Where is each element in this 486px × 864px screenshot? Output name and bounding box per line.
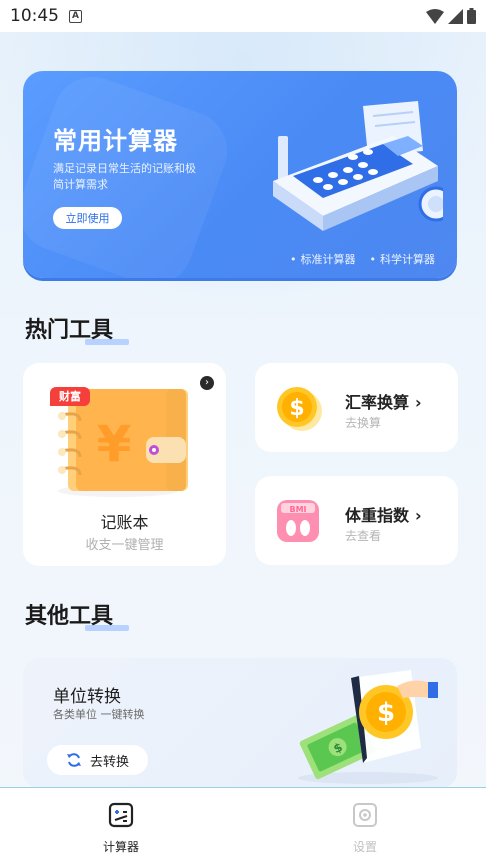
status-time: 10:45 (10, 6, 59, 26)
bmi-scale-icon: BMI (275, 498, 321, 548)
notebook-label: 记账本 (100, 513, 149, 532)
bmi-card[interactable]: BMI 体重指数 › 去查看 (255, 476, 458, 565)
calculator-banner[interactable]: 常用计算器 满足记录日常生活的记账和极简计算需求 立即使用 • 标准计算器 • … (23, 71, 457, 278)
svg-text:¥: ¥ (97, 415, 132, 473)
status-indicators (426, 8, 476, 24)
battery-icon (467, 8, 476, 24)
unit-conversion-card[interactable]: 单位转换 各类单位 一键转换 去转换 $ $ (23, 658, 457, 788)
notebook-sub: 收支一键管理 (85, 538, 164, 553)
money-exchange-illustration: $ $ (293, 668, 443, 790)
chevron-right-icon: › (415, 506, 422, 525)
status-bar: 10:45 A (0, 0, 486, 32)
wealth-badge: 财富 (50, 387, 90, 406)
bmi-scale-text: BMI (289, 505, 306, 514)
hot-tools-title-text: 热门工具 (25, 318, 114, 343)
bmi-sub: 去查看 (345, 529, 382, 543)
chevron-right-icon: › (200, 376, 214, 390)
banner-tag-scientific[interactable]: 科学计算器 (370, 251, 435, 267)
banner-title: 常用计算器 (53, 127, 178, 155)
signal-icon (448, 8, 463, 24)
a-letter-icon: A (69, 9, 82, 23)
bmi-label: 体重指数 (345, 506, 410, 525)
bottom-tab-bar: 计算器 设置 (0, 787, 486, 864)
unit-sub: 各类单位 一键转换 (53, 708, 145, 721)
tab-calculator[interactable]: 计算器 (81, 802, 161, 855)
bmi-title: 体重指数 › (345, 502, 422, 526)
refresh-icon (66, 753, 81, 767)
svg-text:$: $ (289, 396, 304, 421)
banner-tags: 标准计算器 科学计算器 (290, 251, 436, 267)
banner-tag-standard[interactable]: 标准计算器 (290, 251, 356, 267)
unit-title: 单位转换 (53, 687, 121, 707)
exchange-label: 汇率换算 (345, 393, 410, 412)
dollar-coin-icon: $ (275, 385, 325, 437)
convert-button-label: 去转换 (89, 754, 129, 770)
exchange-rate-card[interactable]: $ 汇率换算 › 去换算 (255, 363, 458, 452)
exchange-title: 汇率换算 › (345, 389, 422, 413)
tab-calculator-label: 计算器 (102, 840, 139, 854)
hot-tools-title: 热门工具 (25, 312, 129, 345)
chevron-right-icon: › (415, 393, 422, 412)
cash-register-illustration (243, 96, 454, 240)
wifi-icon (426, 8, 444, 24)
other-tools-title: 其他工具 (25, 598, 129, 631)
calculator-icon (108, 802, 134, 828)
svg-text:$: $ (377, 698, 395, 728)
use-now-button[interactable]: 立即使用 (53, 207, 122, 229)
exchange-sub: 去换算 (345, 416, 382, 430)
convert-button[interactable]: 去转换 (47, 745, 148, 775)
banner-subtitle: 满足记录日常生活的记账和极简计算需求 (53, 162, 196, 191)
settings-icon (353, 803, 377, 827)
other-tools-title-text: 其他工具 (25, 604, 114, 629)
notebook-card[interactable]: 财富 › ¥ 记账本 收支一键管理 (23, 363, 226, 566)
tab-settings-label: 设置 (352, 840, 377, 854)
tab-settings[interactable]: 设置 (325, 802, 405, 855)
